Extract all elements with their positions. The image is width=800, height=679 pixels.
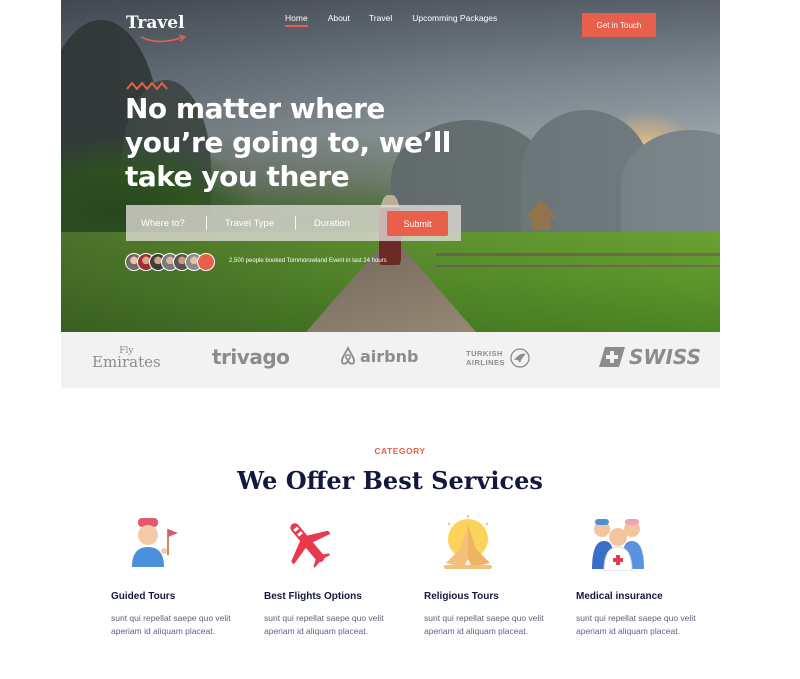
nav-home[interactable]: Home xyxy=(285,13,308,27)
booked-text: 2,500 people booked Tommorowland Event i… xyxy=(229,258,387,264)
category-label: CATEGORY xyxy=(374,446,426,456)
airplane-icon xyxy=(290,523,331,568)
nav-packages[interactable]: Upcomming Packages xyxy=(412,13,497,23)
airbnb-icon xyxy=(340,346,356,365)
search-bar: Where to? Travel Type Duration Submit xyxy=(126,205,461,241)
turkish-bird-icon xyxy=(510,348,530,368)
emirates-logo: Fly Emirates xyxy=(92,346,161,371)
service-title: Medical insurance xyxy=(576,591,663,602)
swiss-cross-icon xyxy=(599,347,625,367)
submit-button[interactable]: Submit xyxy=(387,211,448,236)
partners-strip: Fly Emirates trivago airbnb TURKISH AIRL… xyxy=(61,332,720,388)
main-nav: Home About Travel Upcomming Packages xyxy=(285,13,497,27)
service-title: Best Flights Options xyxy=(264,591,362,602)
hero-headline: No matter where you’re going to, we’ll t… xyxy=(125,92,451,193)
airbnb-logo: airbnb xyxy=(339,346,418,366)
service-desc: sunt qui repellat saepe quo velit aperia… xyxy=(111,613,231,636)
brand-swoosh-icon xyxy=(140,34,187,43)
travel-type-field[interactable]: Travel Type xyxy=(207,205,295,241)
service-title: Guided Tours xyxy=(111,591,176,602)
hero-section: Travel Home About Travel Upcomming Packa… xyxy=(61,0,720,332)
medical-team-icon xyxy=(592,519,644,571)
tour-guide-icon xyxy=(132,518,178,567)
brand-logo[interactable]: Travel xyxy=(126,13,185,33)
zigzag-accent-icon xyxy=(126,81,168,91)
avatar-more xyxy=(197,253,215,271)
nav-travel[interactable]: Travel xyxy=(369,13,392,23)
service-desc: sunt qui repellat saepe quo velit aperia… xyxy=(424,613,544,636)
swiss-logo: SWISS xyxy=(599,345,701,369)
destination-field[interactable]: Where to? xyxy=(126,205,206,241)
duration-field[interactable]: Duration xyxy=(296,205,371,241)
service-title: Religious Tours xyxy=(424,591,499,602)
nav-about[interactable]: About xyxy=(328,13,350,23)
service-desc: sunt qui repellat saepe quo velit aperia… xyxy=(264,613,384,636)
get-in-touch-button[interactable]: Get in Touch xyxy=(582,13,656,37)
turkish-airlines-logo: TURKISH AIRLINES xyxy=(466,348,530,368)
service-desc: sunt qui repellat saepe quo velit aperia… xyxy=(576,613,696,636)
trivago-logo: trivago xyxy=(212,345,290,369)
services-title: We Offer Best Services xyxy=(237,466,543,495)
praying-hands-icon xyxy=(444,515,492,569)
